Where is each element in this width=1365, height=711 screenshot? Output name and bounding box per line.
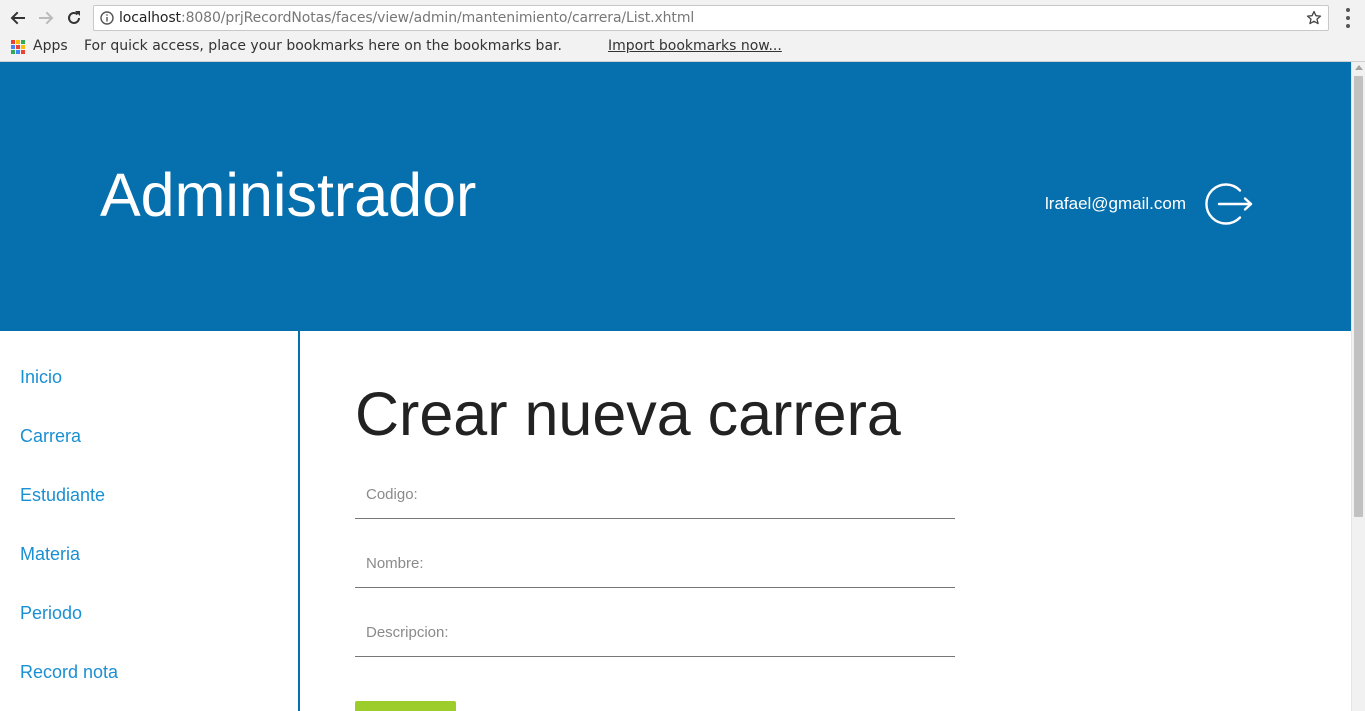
browser-toolbar: localhost:8080/prjRecordNotas/faces/view… (0, 0, 1365, 36)
bookmarks-prompt: For quick access, place your bookmarks h… (84, 38, 562, 54)
logout-icon[interactable] (1205, 182, 1253, 226)
sidebar-item-estudiante[interactable]: Estudiante (20, 485, 105, 506)
menu-dots-icon[interactable] (1340, 8, 1356, 28)
page-scrollbar[interactable] (1351, 62, 1365, 711)
page-title: Crear nueva carrera (355, 380, 901, 448)
sidebar-item-inicio[interactable]: Inicio (20, 367, 62, 388)
bookmark-star-icon[interactable] (1306, 10, 1322, 26)
reload-icon[interactable] (62, 6, 86, 30)
create-button[interactable] (355, 701, 456, 711)
page-header: Administrador lrafael@gmail.com (0, 62, 1351, 331)
address-bar[interactable]: localhost:8080/prjRecordNotas/faces/view… (93, 5, 1329, 31)
sidebar-item-materia[interactable]: Materia (20, 544, 80, 565)
sidebar-item-periodo[interactable]: Periodo (20, 603, 82, 624)
scroll-up-arrow-icon[interactable] (1355, 65, 1363, 70)
nombre-field[interactable] (355, 540, 955, 588)
main-content: Crear nueva carrera (302, 331, 1351, 711)
scroll-thumb[interactable] (1354, 76, 1363, 517)
sidebar-item-record-nota[interactable]: Record nota (20, 662, 118, 683)
user-email: lrafael@gmail.com (1045, 194, 1187, 213)
descripcion-field[interactable] (355, 609, 955, 657)
apps-shortcut[interactable]: Apps (33, 38, 68, 54)
site-info-icon[interactable] (100, 11, 114, 25)
header-title: Administrador (100, 161, 477, 229)
url-host: localhost (119, 10, 181, 26)
sidebar-item-carrera[interactable]: Carrera (20, 426, 81, 447)
back-arrow-icon[interactable] (6, 6, 30, 30)
url-path: :8080/prjRecordNotas/faces/view/admin/ma… (180, 10, 695, 26)
url-text: localhost:8080/prjRecordNotas/faces/view… (119, 10, 694, 26)
codigo-field[interactable] (355, 471, 955, 519)
sidebar-nav: Inicio Carrera Estudiante Materia Period… (0, 331, 300, 711)
import-bookmarks-link[interactable]: Import bookmarks now... (608, 38, 782, 54)
apps-grid-icon[interactable] (11, 40, 25, 54)
forward-arrow-icon[interactable] (34, 6, 58, 30)
page-viewport: Administrador lrafael@gmail.com Inicio C… (0, 62, 1351, 711)
